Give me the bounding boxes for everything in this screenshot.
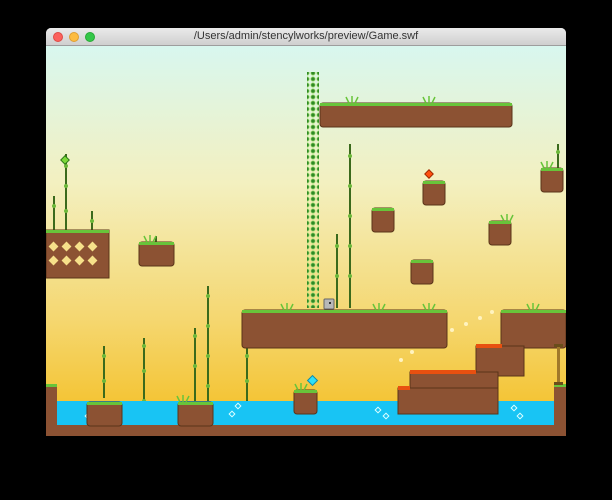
climbing-vine	[307, 72, 319, 308]
game-canvas[interactable]	[46, 46, 566, 436]
game-scene[interactable]	[46, 46, 566, 436]
title-bar[interactable]: /Users/admin/stencylworks/preview/Game.s…	[46, 28, 566, 46]
window-title: /Users/admin/stencylworks/preview/Game.s…	[193, 30, 419, 42]
game-window: /Users/admin/stencylworks/preview/Game.s…	[46, 28, 566, 436]
player-icon	[323, 298, 335, 310]
